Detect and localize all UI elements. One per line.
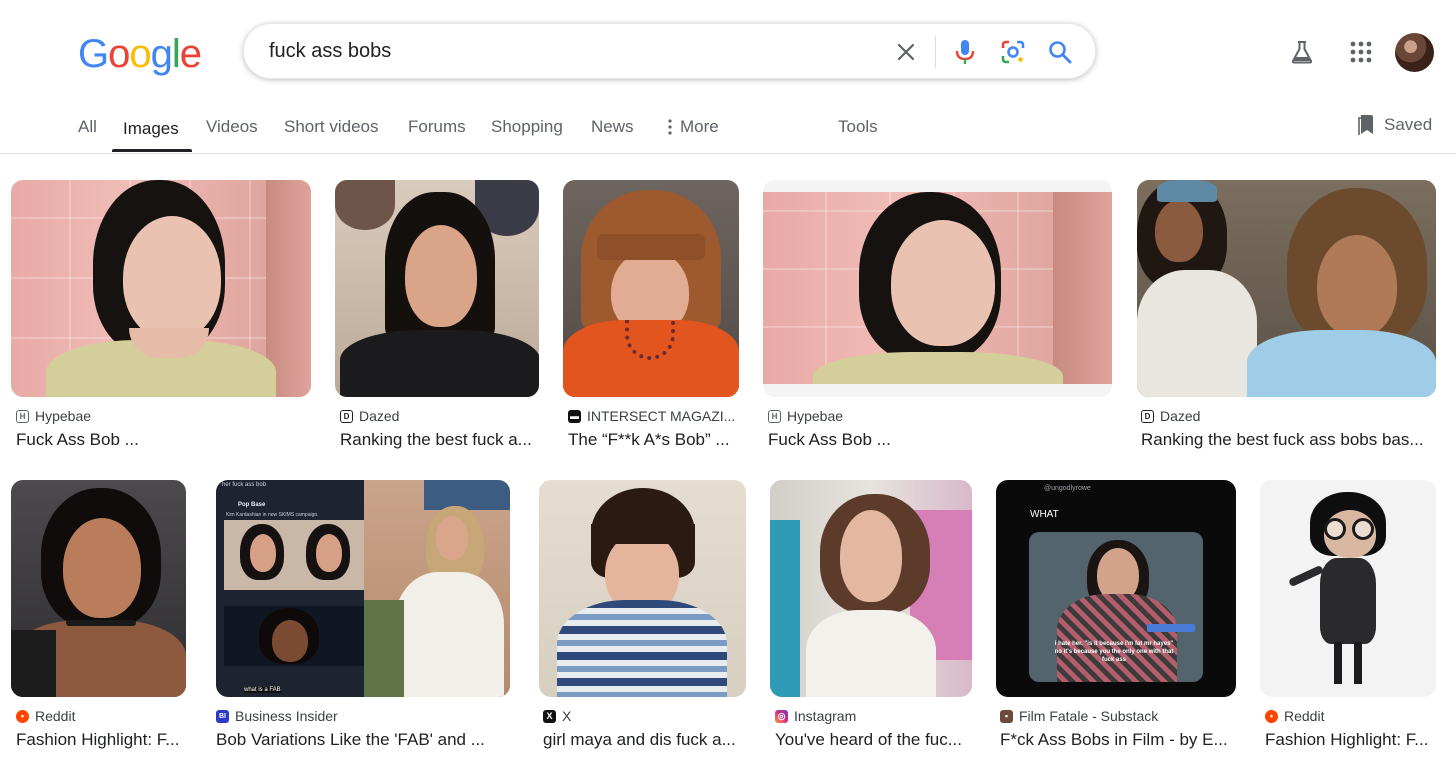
result-thumbnail[interactable]: @ungodlyrowe WHAT i hate her. "is it bec… [996,480,1236,697]
tweet-user: Pop Base [238,502,266,508]
tab-more-label: More [680,117,719,136]
tweet-text: WHAT [1030,509,1059,520]
result-source-name: X [562,708,572,724]
search-input[interactable]: fuck ass bobs [269,40,391,63]
result-source[interactable]: • Reddit [16,708,75,724]
hypebae-icon: H [768,409,781,423]
tweet-caption: what is a FAB [244,687,281,693]
tools-button[interactable]: Tools [838,117,878,137]
tab-videos[interactable]: Videos [206,117,258,137]
dazed-icon: D [340,409,353,423]
result-source[interactable]: X X [543,708,571,724]
active-tab-indicator [112,149,192,152]
tab-forums[interactable]: Forums [408,117,466,137]
tweet-handle: @ungodlyrowe [1044,485,1091,492]
result-source-name: Business Insider [235,708,338,724]
result-source[interactable]: D Dazed [340,408,399,424]
search-tabs: All Images Videos Short videos Forums Sh… [0,100,1456,154]
logo-letter: G [78,32,109,76]
result-thumbnail[interactable] [11,480,186,697]
instagram-icon: ◎ [775,709,788,723]
tab-images[interactable]: Images [123,119,179,139]
substack-icon: ▪ [1000,709,1013,723]
result-source-name: Film Fatale - Substack [1019,708,1159,724]
result-title[interactable]: Fuck Ass Bob ... [16,430,311,450]
result-title[interactable]: F*ck Ass Bobs in Film - by E... [1000,730,1234,750]
tweet-caption: i hate her. "is it because i'm fat mr ha… [1054,641,1174,663]
logo-letter: l [171,32,181,76]
result-thumbnail[interactable] [335,180,539,397]
search-divider [935,36,936,68]
bookmark-icon [1358,115,1373,135]
result-thumbnail[interactable] [563,180,739,397]
result-source-name: Hypebae [35,408,92,424]
result-source-name: Reddit [1284,708,1325,724]
result-thumbnail[interactable] [770,480,972,697]
logo-letter: e [179,32,202,76]
result-title[interactable]: girl maya and dis fuck a... [543,730,743,750]
result-title[interactable]: Fashion Highlight: F... [1265,730,1435,750]
avatar[interactable] [1395,33,1434,72]
close-icon[interactable] [892,38,920,66]
flask-icon[interactable] [1286,34,1318,70]
result-title[interactable]: Fashion Highlight: F... [16,730,184,750]
intersect-icon: ▬ [568,409,581,423]
logo-letter: o [108,32,130,76]
logo-letter: g [150,32,173,76]
lens-icon[interactable] [999,38,1027,66]
search-box[interactable]: fuck ass bobs [243,23,1096,79]
result-thumbnail[interactable] [1260,480,1436,697]
reddit-icon: • [16,709,29,723]
result-source[interactable]: ▬ INTERSECT MAGAZI... [568,408,735,424]
result-source-name: Reddit [35,708,76,724]
result-title[interactable]: Fuck Ass Bob ... [768,430,1108,450]
result-source[interactable]: H Hypebae [16,408,91,424]
result-title[interactable]: Ranking the best fuck ass bobs bas... [1141,430,1434,450]
google-logo[interactable]: Google [78,32,202,77]
tweet-header: her fuck ass bob [222,482,267,488]
result-source-name: Hypebae [787,408,844,424]
dazed-icon: D [1141,409,1154,423]
result-thumbnail[interactable] [1137,180,1436,397]
result-source-name: Dazed [1160,408,1201,424]
result-source[interactable]: ◎ Instagram [775,708,856,724]
result-source-name: Dazed [359,408,400,424]
tab-all[interactable]: All [78,117,97,137]
tweet-body: Kim Kardashian in new SKIMS campaign. [226,512,319,518]
hypebae-icon: H [16,409,29,423]
apps-grid-icon[interactable] [1346,34,1376,70]
result-title[interactable]: Ranking the best fuck a... [340,430,538,450]
business-insider-icon: BI [216,709,229,723]
tab-shopping[interactable]: Shopping [491,117,563,137]
result-thumbnail[interactable]: her fuck ass bob Pop Base Kim Kardashian… [216,480,510,697]
result-source-name: INTERSECT MAGAZI... [587,408,736,424]
x-icon: X [543,709,556,723]
result-title[interactable]: Bob Variations Like the 'FAB' and ... [216,730,506,750]
result-thumbnail[interactable] [11,180,311,397]
microphone-icon[interactable] [951,38,979,66]
tab-more[interactable]: More [668,117,719,137]
saved-button[interactable]: Saved [1358,114,1432,136]
result-source-name: Instagram [794,708,857,724]
result-source[interactable]: • Reddit [1265,708,1324,724]
result-source[interactable]: ▪ Film Fatale - Substack [1000,708,1158,724]
result-source[interactable]: D Dazed [1141,408,1200,424]
saved-label: Saved [1384,115,1433,134]
tab-news[interactable]: News [591,117,634,137]
search-icon[interactable] [1046,38,1074,66]
tab-short-videos[interactable]: Short videos [284,117,379,137]
result-source[interactable]: H Hypebae [768,408,843,424]
result-title[interactable]: The “F**k A*s Bob” ... [568,430,738,450]
result-thumbnail[interactable] [539,480,746,697]
reddit-icon: • [1265,709,1278,723]
result-source[interactable]: BI Business Insider [216,708,338,724]
more-vert-icon [668,119,672,135]
result-title[interactable]: You've heard of the fuc... [775,730,971,750]
logo-letter: o [129,32,151,76]
result-thumbnail[interactable] [763,180,1112,397]
